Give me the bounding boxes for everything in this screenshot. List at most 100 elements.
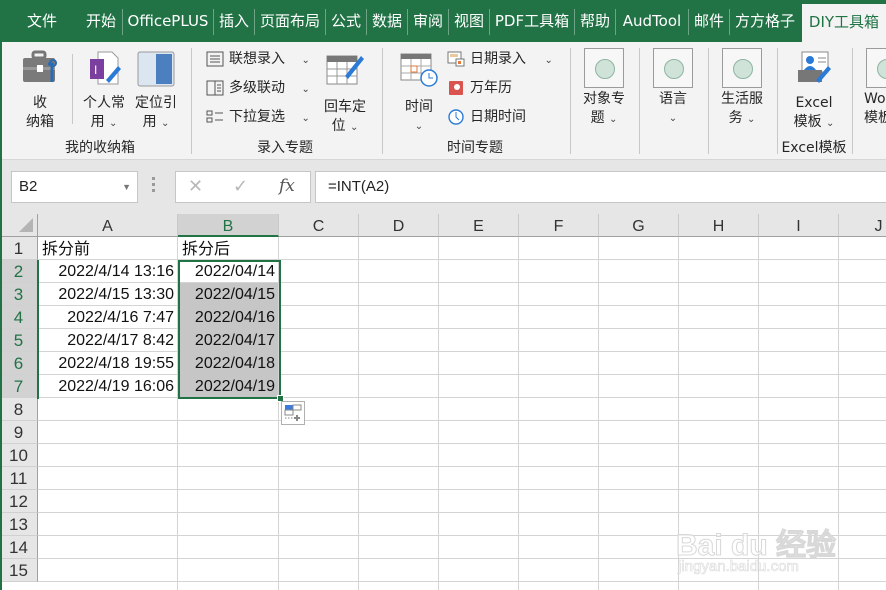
locate-reference-label-1: 定位引 — [135, 95, 177, 111]
row-header-7[interactable]: 7 — [0, 375, 38, 398]
cell-b6[interactable]: 2022/04/18 — [178, 352, 278, 375]
tab-review[interactable]: 审阅 — [408, 0, 448, 42]
chevron-down-icon: ⌄ — [301, 55, 310, 66]
cell-a5[interactable]: 2022/4/17 8:42 — [38, 329, 177, 352]
formula-bar-grip-icon[interactable] — [152, 177, 156, 197]
row-header-6[interactable]: 6 — [0, 352, 38, 375]
cell-b4[interactable]: 2022/04/16 — [178, 306, 278, 329]
gridline-horizontal — [38, 443, 886, 444]
tab-fangfang[interactable]: 方方格子 — [730, 0, 800, 42]
tab-page-layout[interactable]: 页面布局 — [255, 0, 325, 42]
tab-pdf-toolbox[interactable]: PDF工具箱 — [490, 0, 574, 42]
ribbon-tab-bar: 文件 开始 OfficePLUS 插入 页面布局 公式 数据 审阅 视图 PDF… — [0, 0, 886, 42]
enter-position-label-2: 位 ⌄ — [320, 117, 370, 137]
row-header-4[interactable]: 4 — [0, 306, 38, 329]
associative-input-label: 联想录入 — [229, 51, 285, 67]
column-header-a[interactable]: A — [38, 214, 178, 237]
personal-common-button[interactable]: I 个人常 用 ⌄ — [78, 50, 130, 133]
excel-template-label-1: Excel — [795, 95, 833, 111]
word-template-button[interactable]: Wo 模板 — [864, 90, 886, 128]
cell-b5[interactable]: 2022/04/17 — [178, 329, 278, 352]
cell-b2[interactable]: 2022/04/14 — [178, 260, 278, 283]
insert-function-icon[interactable]: fx — [279, 176, 295, 196]
row-header-11[interactable]: 11 — [0, 467, 38, 490]
row-header-10[interactable]: 10 — [0, 444, 38, 467]
dropdown-multiselect-button[interactable]: 下拉复选 ⌄ — [206, 106, 310, 128]
associative-input-button[interactable]: 联想录入 ⌄ — [206, 48, 310, 70]
column-header-f[interactable]: F — [519, 214, 599, 237]
tab-audtool[interactable]: AudTool — [616, 0, 688, 42]
column-header-b[interactable]: B — [178, 214, 279, 237]
tab-view[interactable]: 视图 — [449, 0, 489, 42]
row-header-8[interactable]: 8 — [0, 398, 38, 421]
tab-formulas[interactable]: 公式 — [326, 0, 366, 42]
quick-analysis-icon[interactable] — [281, 401, 305, 425]
column-header-g[interactable]: G — [599, 214, 679, 237]
row-header-5[interactable]: 5 — [0, 329, 38, 352]
cell-a4[interactable]: 2022/4/16 7:47 — [38, 306, 177, 329]
tab-home[interactable]: 开始 — [80, 0, 122, 42]
chevron-down-icon: ⌄ — [414, 121, 424, 132]
checklist-icon — [206, 110, 223, 123]
name-box-dropdown-icon[interactable]: ▼ — [122, 172, 131, 202]
row-header-9[interactable]: 9 — [0, 421, 38, 444]
column-header-j[interactable]: J — [839, 214, 886, 237]
language-icon — [653, 48, 693, 88]
tab-mail[interactable]: 邮件 — [689, 0, 729, 42]
cell-a6[interactable]: 2022/4/18 19:55 — [38, 352, 177, 375]
cancel-icon[interactable]: ✕ — [188, 176, 203, 197]
locate-reference-button[interactable]: 定位引 用 ⌄ — [130, 50, 182, 133]
formula-buttons: ✕ ✓ fx — [175, 171, 311, 203]
perpetual-calendar-button[interactable]: 万年历 — [447, 77, 512, 99]
tab-insert[interactable]: 插入 — [214, 0, 254, 42]
row-header-1[interactable]: 1 — [0, 237, 38, 260]
object-topic-label-2-text: 题 — [590, 110, 605, 126]
cell-b7[interactable]: 2022/04/19 — [178, 375, 278, 398]
multilevel-linkage-button[interactable]: 多级联动 ⌄ — [206, 77, 310, 99]
select-all-corner[interactable] — [0, 214, 38, 237]
group-label-input: 录入专题 — [257, 140, 313, 156]
time-button[interactable]: 时间 ⌄ — [396, 52, 442, 136]
tab-diy-toolbox[interactable]: DIY工具箱 — [802, 4, 886, 42]
row-header-2[interactable]: 2 — [0, 260, 38, 283]
tab-data[interactable]: 数据 — [367, 0, 407, 42]
object-topic-button[interactable]: 对象专 题 ⌄ — [576, 90, 632, 129]
column-header-c[interactable]: C — [279, 214, 359, 237]
column-header-d[interactable]: D — [359, 214, 439, 237]
date-time-button[interactable]: 日期时间 — [447, 106, 526, 128]
chevron-down-icon: ⌄ — [301, 84, 310, 95]
cell-a7[interactable]: 2022/4/19 16:06 — [38, 375, 177, 398]
row-header-13[interactable]: 13 — [0, 513, 38, 536]
row-header-3[interactable]: 3 — [0, 283, 38, 306]
excel-template-button[interactable]: Excel 模板 ⌄ — [784, 50, 844, 133]
cell-a2[interactable]: 2022/4/14 13:16 — [38, 260, 177, 283]
cell-a3[interactable]: 2022/4/15 13:30 — [38, 283, 177, 306]
cell-b1[interactable]: 拆分后 — [178, 237, 278, 260]
enter-check-icon[interactable]: ✓ — [233, 176, 248, 197]
row-header-14[interactable]: 14 — [0, 536, 38, 559]
name-box[interactable]: B2 ▼ — [11, 171, 138, 203]
enter-position-button[interactable]: 回车定 位 ⌄ — [320, 50, 370, 137]
cell-a1[interactable]: 拆分前 — [38, 237, 177, 260]
column-header-i[interactable]: I — [759, 214, 839, 237]
row-header-15[interactable]: 15 — [0, 559, 38, 582]
row-header-12[interactable]: 12 — [0, 490, 38, 513]
date-input-button[interactable]: 日期录入 ⌄ — [447, 48, 553, 70]
gridline-horizontal — [38, 420, 886, 421]
formula-input[interactable]: =INT(A2) — [315, 171, 886, 203]
personal-common-label-2-text: 用 — [90, 114, 105, 130]
life-service-button[interactable]: 生活服 务 ⌄ — [714, 90, 770, 129]
tab-help[interactable]: 帮助 — [575, 0, 615, 42]
tab-officeplus[interactable]: OfficePLUS — [124, 0, 212, 42]
spreadsheet-grid[interactable]: A B C D E F G H I J 1 2 3 4 5 6 7 8 9 10 11 12 13 14 15 拆分前 拆分后 202… — [0, 214, 886, 590]
life-service-icon — [722, 48, 762, 88]
divider — [72, 54, 73, 124]
contact-card-pencil-icon — [798, 51, 831, 83]
word-template-label-2: 模板 — [864, 110, 886, 126]
storage-box-button[interactable]: 收 纳箱 — [18, 50, 62, 132]
cell-b3[interactable]: 2022/04/15 — [178, 283, 278, 306]
language-button[interactable]: 语言 ⌄ — [645, 90, 701, 128]
tab-file[interactable]: 文件 — [16, 0, 68, 42]
column-header-h[interactable]: H — [679, 214, 759, 237]
column-header-e[interactable]: E — [439, 214, 519, 237]
